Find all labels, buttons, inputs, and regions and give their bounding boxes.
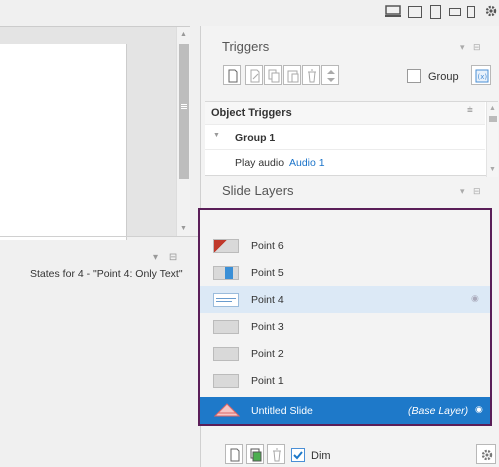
scroll-up-icon[interactable]: ▲ <box>180 31 187 38</box>
collapse-icon[interactable]: ▾ <box>460 186 465 196</box>
states-panel-controls[interactable]: ▾ ⊟ <box>153 252 177 263</box>
tablet-landscape-icon[interactable] <box>408 6 422 18</box>
edit-trigger-button[interactable] <box>245 65 263 85</box>
trigger-group-name: Group 1 <box>235 132 276 144</box>
desktop-icon[interactable] <box>385 5 401 18</box>
collapse-icon[interactable]: ▾ <box>153 252 158 263</box>
right-panel: Triggers ▾ ⊟ Group (x) Object Triggers ⩧… <box>198 26 499 467</box>
group-expand-icon[interactable]: ▼ <box>213 132 220 139</box>
layer-row[interactable]: Point 1 <box>200 367 490 394</box>
float-panel-icon[interactable]: ⊟ <box>473 186 481 196</box>
layer-row[interactable]: Point 6 <box>200 232 490 259</box>
object-triggers-title: Object Triggers <box>211 107 292 119</box>
trigger-row[interactable]: Play audio Audio 1 <box>205 151 485 175</box>
base-layer-tag: (Base Layer) <box>408 405 469 417</box>
scrollbar-thumb[interactable] <box>179 44 189 179</box>
new-layer-button[interactable] <box>225 444 243 464</box>
layer-thumbnail <box>213 374 239 388</box>
layer-visibility-icon[interactable]: ◉ <box>471 293 479 304</box>
layer-thumbnail <box>213 347 239 361</box>
scroll-down-icon[interactable]: ▼ <box>489 166 496 173</box>
dim-label: Dim <box>311 450 331 462</box>
group-checkbox[interactable] <box>407 69 421 83</box>
svg-text:(x): (x) <box>478 73 488 81</box>
scroll-up-icon[interactable]: ▲ <box>489 105 496 112</box>
layer-name: Point 5 <box>251 267 284 279</box>
delete-layer-button[interactable] <box>267 444 285 464</box>
base-layer-name: Untitled Slide <box>251 405 313 417</box>
float-panel-icon[interactable]: ⊟ <box>169 252 177 263</box>
layer-name: Point 2 <box>251 348 284 360</box>
slide-canvas[interactable]: ▲ ▼ <box>0 26 190 240</box>
device-preview-bar <box>0 0 499 26</box>
trigger-action: Play audio <box>235 157 285 169</box>
layer-thumbnail <box>213 266 239 280</box>
layer-thumbnail <box>213 239 239 253</box>
panel-divider <box>0 236 200 237</box>
move-trigger-button[interactable] <box>321 65 339 85</box>
float-panel-icon[interactable]: ⊟ <box>473 42 481 52</box>
layer-properties-button[interactable] <box>476 444 496 464</box>
storyline-editor: ▲ ▼ ▾ ⊟ States for 4 - "Point 4: Only Te… <box>0 0 499 467</box>
object-triggers-scrollbar[interactable]: ▲ ▼ <box>486 102 498 177</box>
triggers-title: Triggers <box>222 39 270 54</box>
base-layer-row[interactable]: Untitled Slide (Base Layer) ◉ <box>200 397 490 424</box>
dim-checkbox[interactable] <box>291 448 305 462</box>
layer-name: Point 3 <box>251 321 284 333</box>
duplicate-layer-button[interactable] <box>246 444 264 464</box>
tablet-portrait-icon[interactable] <box>430 5 441 19</box>
slide-surface[interactable] <box>0 44 127 240</box>
states-panel-title: States for 4 - "Point 4: Only Text" <box>30 268 183 280</box>
layer-row[interactable]: Point 5 <box>200 259 490 286</box>
paste-trigger-button[interactable] <box>283 65 301 85</box>
layer-thumbnail <box>213 293 239 307</box>
slide-layers-title: Slide Layers <box>222 183 294 198</box>
gear-icon[interactable] <box>484 4 498 21</box>
phone-portrait-icon[interactable] <box>467 6 475 18</box>
slide-layers-panel-controls[interactable]: ▾ ⊟ <box>460 186 481 197</box>
layer-row[interactable]: Point 2 <box>200 340 490 367</box>
layer-row-selected[interactable]: Point 4 ◉ <box>200 286 490 313</box>
base-layer-thumbnail <box>213 403 241 417</box>
trigger-group-row[interactable]: ▼ Group 1 <box>205 126 485 150</box>
variables-button[interactable]: (x) <box>471 65 491 85</box>
layers-toolbar: Dim <box>201 440 499 467</box>
layer-row[interactable]: Point 3 <box>200 313 490 340</box>
slide-layers-list: Point 6 Point 5 Point 4 ◉ Point 3 Point … <box>198 208 492 426</box>
trigger-target-link[interactable]: Audio 1 <box>289 157 325 169</box>
layer-name: Point 6 <box>251 240 284 252</box>
object-triggers-header: Object Triggers ⩧ <box>205 102 485 125</box>
new-trigger-button[interactable] <box>223 65 241 85</box>
layer-thumbnail <box>213 320 239 334</box>
object-triggers-list: Object Triggers ⩧ ▼ Group 1 Play audio A… <box>205 101 498 177</box>
scrollbar-thumb[interactable] <box>489 116 497 122</box>
collapse-all-icon[interactable]: ⩧ <box>467 105 473 116</box>
canvas-vertical-scrollbar[interactable]: ▲ ▼ <box>176 27 190 237</box>
phone-landscape-icon[interactable] <box>449 8 461 16</box>
triggers-panel-controls[interactable]: ▾ ⊟ <box>460 42 481 53</box>
collapse-icon[interactable]: ▾ <box>460 42 465 52</box>
group-label: Group <box>428 71 459 83</box>
layer-name: Point 1 <box>251 375 284 387</box>
scroll-down-icon[interactable]: ▼ <box>180 225 187 232</box>
delete-trigger-button[interactable] <box>302 65 320 85</box>
layer-name: Point 4 <box>251 294 284 306</box>
base-layer-visibility-icon[interactable]: ◉ <box>475 404 483 415</box>
copy-trigger-button[interactable] <box>264 65 282 85</box>
